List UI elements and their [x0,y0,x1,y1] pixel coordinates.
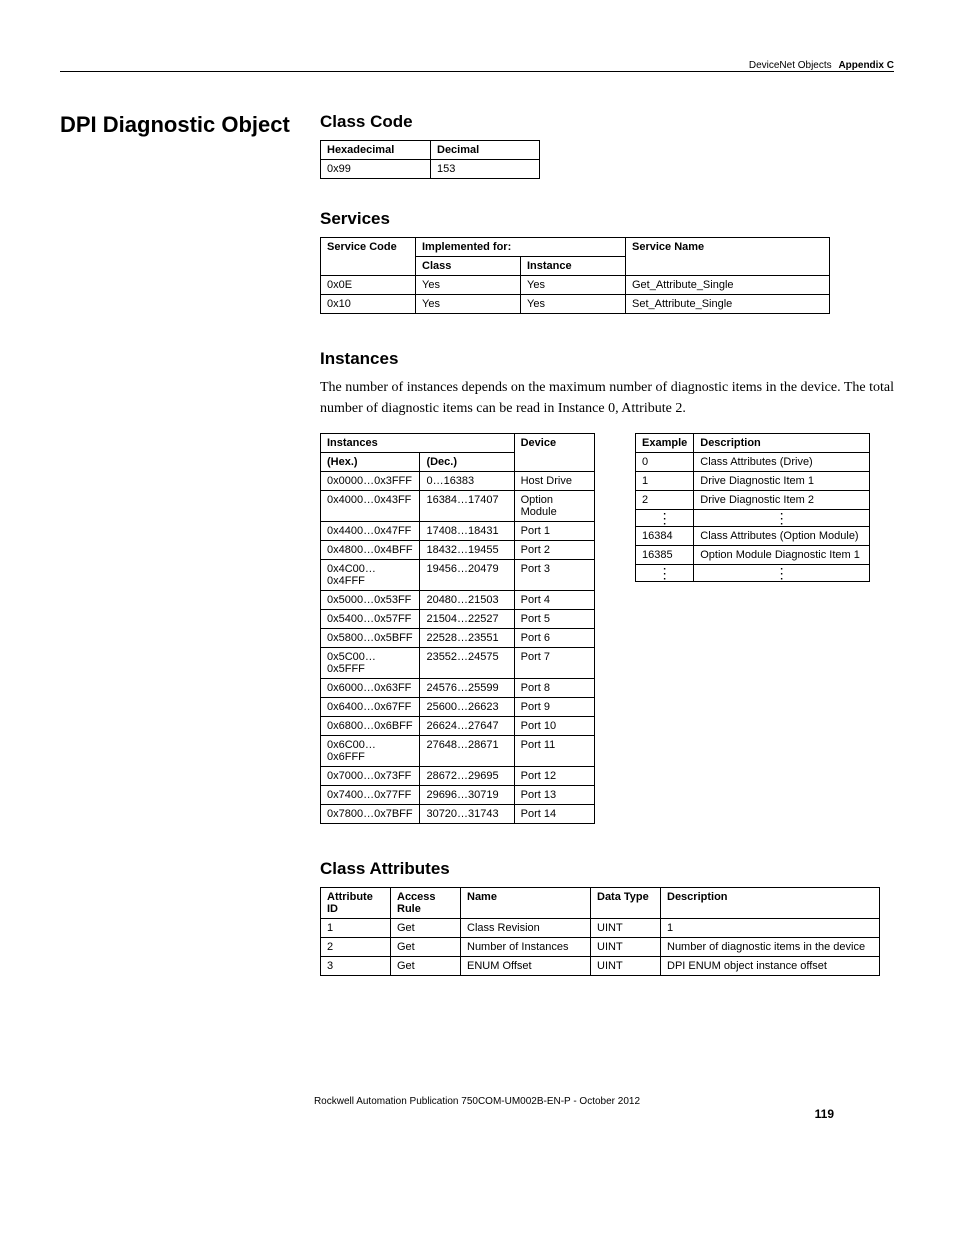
appendix-label: Appendix C [838,60,894,71]
table-row: 0x6C00…0x6FFF27648…28671Port 11 [321,736,595,767]
table-row: 0x4400…0x47FF17408…18431Port 1 [321,522,595,541]
table-row: 2Drive Diagnostic Item 2 [636,491,870,510]
col-attr-id: Attribute ID [321,888,391,919]
table-row: 0x5000…0x53FF20480…21503Port 4 [321,591,595,610]
col-example: Example [636,434,694,453]
instances-table: Instances Device (Hex.) (Dec.) 0x0000…0x… [320,433,595,824]
table-row: 0x6400…0x67FF25600…26623Port 9 [321,698,595,717]
instances-body-text: The number of instances depends on the m… [320,377,894,419]
col-device: Device [514,434,594,472]
instances-heading: Instances [320,349,894,369]
table-row: 2GetNumber of InstancesUINTNumber of dia… [321,938,880,957]
table-row: 0x4800…0x4BFF18432…19455Port 2 [321,541,595,560]
services-heading: Services [320,209,894,229]
table-row: 0Class Attributes (Drive) [636,453,870,472]
col-data-type: Data Type [591,888,661,919]
page-header: DeviceNet Objects Appendix C [60,60,894,72]
page-title: DPI Diagnostic Object [60,112,290,138]
services-table: Service Code Implemented for: Service Na… [320,237,830,314]
col-implemented-for: Implemented for: [416,238,626,257]
table-row: 0x5400…0x57FF21504…22527Port 5 [321,610,595,629]
table-row: ⋮⋮ [636,510,870,527]
col-description: Description [694,434,870,453]
table-row: 0x4000…0x43FF16384…17407Option Module [321,491,595,522]
col-name: Name [461,888,591,919]
table-row: 1Drive Diagnostic Item 1 [636,472,870,491]
table-row: 0x5C00…0x5FFF23552…24575Port 7 [321,648,595,679]
table-row: 0x7000…0x73FF28672…29695Port 12 [321,767,595,786]
table-row: 0x4C00…0x4FFF19456…20479Port 3 [321,560,595,591]
class-code-col-hex: Hexadecimal [321,141,431,160]
col-access-rule: Access Rule [391,888,461,919]
class-attributes-table: Attribute ID Access Rule Name Data Type … [320,887,880,976]
example-table: Example Description 0Class Attributes (D… [635,433,870,582]
table-row: 16384Class Attributes (Option Module) [636,527,870,546]
table-row: 0x6800…0x6BFF26624…27647Port 10 [321,717,595,736]
table-row: 0x5800…0x5BFF22528…23551Port 6 [321,629,595,648]
col-description: Description [661,888,880,919]
table-row: ⋮⋮ [636,565,870,582]
table-row: 0x10YesYesSet_Attribute_Single [321,295,830,314]
table-row: 0x0000…0x3FFF0…16383Host Drive [321,472,595,491]
table-row: 1GetClass RevisionUINT1 [321,919,880,938]
table-row: 3GetENUM OffsetUINTDPI ENUM object insta… [321,957,880,976]
col-service-code: Service Code [321,238,416,276]
class-attributes-heading: Class Attributes [320,859,894,879]
class-code-col-dec: Decimal [431,141,540,160]
table-row: 0x99 153 [321,160,540,179]
table-row: 0x7400…0x77FF29696…30719Port 13 [321,786,595,805]
table-row: 0x7800…0x7BFF30720…31743Port 14 [321,805,595,824]
class-code-table: Hexadecimal Decimal 0x99 153 [320,140,540,179]
col-dec: (Dec.) [420,453,514,472]
table-row: 16385Option Module Diagnostic Item 1 [636,546,870,565]
col-service-name: Service Name [626,238,830,276]
page-number: 119 [815,1107,834,1121]
col-class: Class [416,257,521,276]
doc-section-label: DeviceNet Objects [749,60,832,71]
table-row: 0x0EYesYesGet_Attribute_Single [321,276,830,295]
col-instance: Instance [521,257,626,276]
footer-publication: Rockwell Automation Publication 750COM-U… [60,1096,894,1107]
col-instances: Instances [321,434,515,453]
table-row: 0x6000…0x63FF24576…25599Port 8 [321,679,595,698]
class-code-heading: Class Code [320,112,894,132]
col-hex: (Hex.) [321,453,420,472]
